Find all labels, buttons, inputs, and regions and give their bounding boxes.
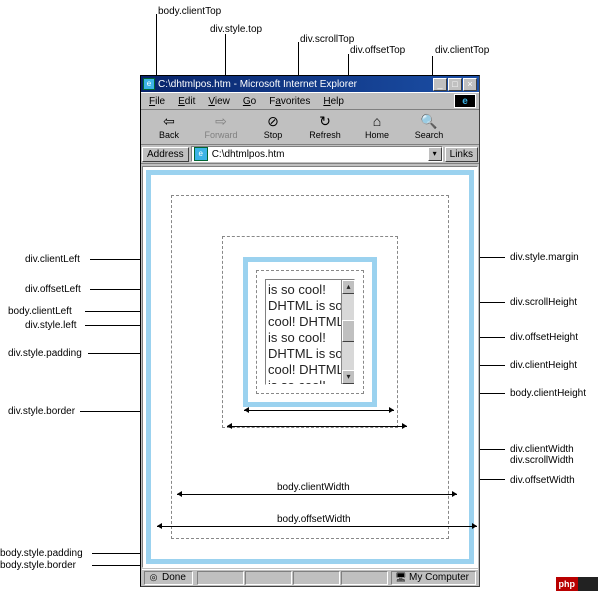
content-text: is so cool! DHTML is so cool! DHTML is s… xyxy=(268,282,343,385)
menu-help[interactable]: Help xyxy=(318,95,349,108)
label-body-style-border: body.style.border xyxy=(0,560,76,571)
label-body-style-padding: body.style.padding xyxy=(0,548,83,559)
leader xyxy=(92,565,147,566)
page-icon: e xyxy=(194,147,208,161)
home-button[interactable]: ⌂ Home xyxy=(351,111,403,143)
menubar: File Edit View Go Favorites Help e xyxy=(141,92,479,109)
done-icon: ◎ xyxy=(148,572,159,583)
home-label: Home xyxy=(365,130,389,140)
dim-div-offsetWidth xyxy=(227,426,407,427)
label-div-scrollHeight: div.scrollHeight xyxy=(510,297,577,308)
status-done-pane: ◎ Done xyxy=(144,571,193,585)
refresh-icon: ↻ xyxy=(319,114,331,130)
body-border: is so cool! DHTML is so cool! DHTML is s… xyxy=(146,170,474,564)
dim-body-clientWidth xyxy=(177,494,457,495)
status-done-label: Done xyxy=(162,572,186,583)
status-zone-pane: 🖥 My Computer xyxy=(391,571,476,585)
forward-label: Forward xyxy=(204,130,237,140)
label-div-style-border: div.style.border xyxy=(8,406,75,417)
label-div-clientWidth: div.clientWidth xyxy=(510,444,574,455)
label-div-style-padding: div.style.padding xyxy=(8,348,82,359)
label-div-scrollWidth: div.scrollWidth xyxy=(510,455,574,466)
div-padding: is so cool! DHTML is so cool! DHTML is s… xyxy=(256,270,364,394)
refresh-label: Refresh xyxy=(309,130,341,140)
stop-button[interactable]: ⊘ Stop xyxy=(247,111,299,143)
address-field[interactable]: e ▾ xyxy=(191,146,443,162)
menu-edit[interactable]: Edit xyxy=(173,95,200,108)
minimize-button[interactable]: _ xyxy=(433,78,447,91)
forward-arrow-icon: ⇨ xyxy=(215,114,227,130)
stop-label: Stop xyxy=(264,130,283,140)
scroll-thumb[interactable] xyxy=(342,320,355,342)
browser-window: e C:\dhtmlpos.htm - Microsoft Internet E… xyxy=(140,75,480,587)
label-div-offsetLeft: div.offsetLeft xyxy=(25,284,81,295)
dim-body-offsetWidth xyxy=(157,526,477,527)
label-div-offsetWidth: div.offsetWidth xyxy=(510,475,575,486)
div-border: is so cool! DHTML is so cool! DHTML is s… xyxy=(243,257,377,407)
label-div-offsetHeight: div.offsetHeight xyxy=(510,332,578,343)
menu-view[interactable]: View xyxy=(203,95,235,108)
menu-favorites[interactable]: Favorites xyxy=(264,95,315,108)
home-icon: ⌂ xyxy=(373,114,381,130)
label-body-clientLeft: body.clientLeft xyxy=(8,306,72,317)
div-margin: is so cool! DHTML is so cool! DHTML is s… xyxy=(222,236,398,428)
label-div-style-margin: div.style.margin xyxy=(510,252,579,263)
address-bar: Address e ▾ Links xyxy=(141,145,479,164)
label-body-clientTop: body.clientTop xyxy=(158,6,221,17)
computer-icon: 🖥 xyxy=(395,572,406,583)
scroll-down-icon[interactable]: ▾ xyxy=(342,370,355,384)
titlebar: e C:\dhtmlpos.htm - Microsoft Internet E… xyxy=(141,76,479,92)
ie-logo-icon: e xyxy=(454,94,476,108)
address-input[interactable] xyxy=(210,147,428,161)
back-label: Back xyxy=(159,130,179,140)
scroll-up-icon[interactable]: ▴ xyxy=(342,280,355,294)
label-body-offsetWidth: body.offsetWidth xyxy=(277,514,351,525)
label-div-clientLeft: div.clientLeft xyxy=(25,254,80,265)
menu-go[interactable]: Go xyxy=(238,95,261,108)
div-scrollbar[interactable]: ▴ ▾ xyxy=(341,280,355,384)
statusbar: ◎ Done 🖥 My Computer xyxy=(142,569,478,585)
back-arrow-icon: ⇦ xyxy=(163,114,175,130)
search-icon: 🔍 xyxy=(420,114,437,130)
label-div-style-left: div.style.left xyxy=(25,320,77,331)
watermark-pad xyxy=(578,577,598,591)
body-padding: is so cool! DHTML is so cool! DHTML is s… xyxy=(171,195,449,539)
toolbar: ⇦ Back ⇨ Forward ⊘ Stop ↻ Refresh ⌂ Home… xyxy=(141,109,479,145)
status-cells xyxy=(196,571,388,585)
label-body-clientHeight: body.clientHeight xyxy=(510,388,586,399)
search-button[interactable]: 🔍 Search xyxy=(403,111,455,143)
dim-div-clientWidth xyxy=(244,410,394,411)
stop-icon: ⊘ xyxy=(267,114,279,130)
back-button[interactable]: ⇦ Back xyxy=(143,111,195,143)
address-dropdown-icon[interactable]: ▾ xyxy=(428,147,442,161)
refresh-button[interactable]: ↻ Refresh xyxy=(299,111,351,143)
search-label: Search xyxy=(415,130,444,140)
label-body-clientWidth: body.clientWidth xyxy=(277,482,350,493)
maximize-button[interactable]: □ xyxy=(448,78,462,91)
address-label: Address xyxy=(142,147,189,162)
watermark: php xyxy=(556,577,599,591)
label-div-offsetTop: div.offsetTop xyxy=(350,45,405,56)
window-title: C:\dhtmlpos.htm - Microsoft Internet Exp… xyxy=(158,79,357,90)
close-button[interactable]: × xyxy=(463,78,477,91)
label-div-clientHeight: div.clientHeight xyxy=(510,360,577,371)
label-div-clientTop: div.clientTop xyxy=(435,45,489,56)
menu-file[interactable]: File xyxy=(144,95,170,108)
leader xyxy=(85,311,145,312)
forward-button[interactable]: ⇨ Forward xyxy=(195,111,247,143)
app-icon: e xyxy=(143,78,155,90)
label-div-scrollTop: div.scrollTop xyxy=(300,34,354,45)
watermark-text: php xyxy=(556,577,579,591)
status-zone-label: My Computer xyxy=(409,572,469,583)
div-content: is so cool! DHTML is so cool! DHTML is s… xyxy=(265,279,355,385)
label-div-style-top: div.style.top xyxy=(210,24,262,35)
links-button[interactable]: Links xyxy=(445,147,478,162)
viewport: is so cool! DHTML is so cool! DHTML is s… xyxy=(142,166,478,568)
